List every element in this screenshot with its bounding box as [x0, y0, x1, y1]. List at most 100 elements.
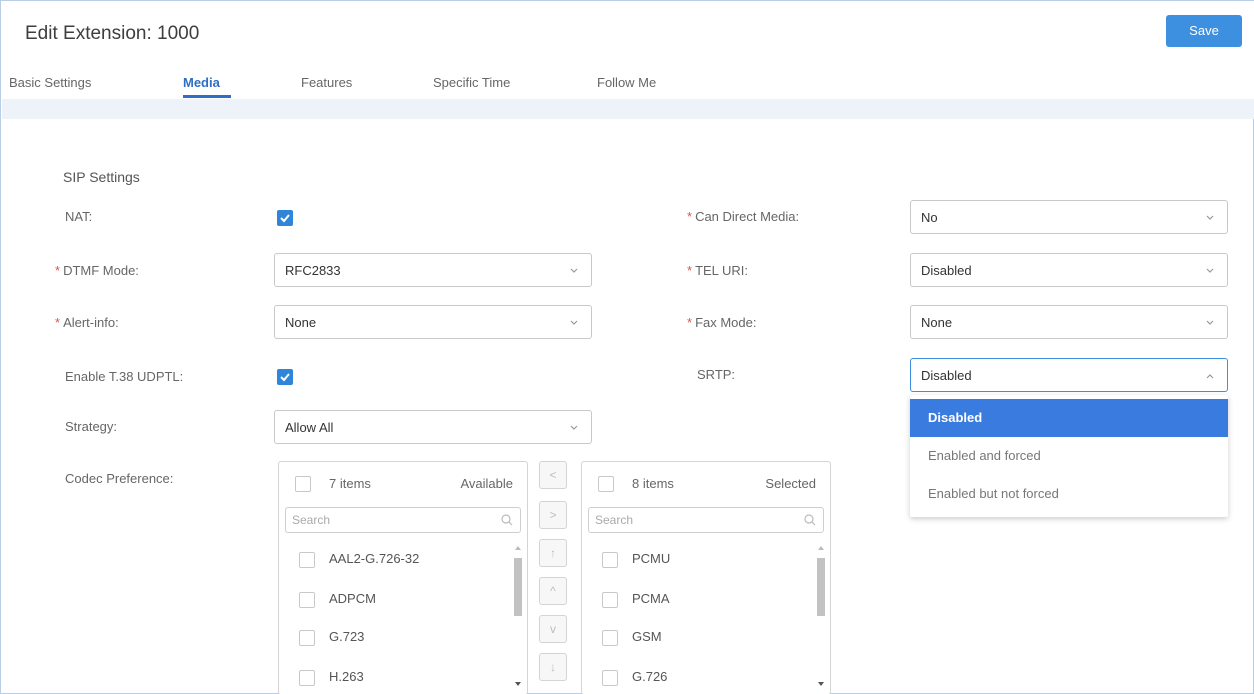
- list-item[interactable]: GSM: [582, 618, 812, 658]
- item-checkbox[interactable]: [602, 552, 618, 568]
- fax-mode-label: * Fax Mode:: [687, 315, 756, 330]
- nat-checkbox[interactable]: [277, 210, 293, 226]
- edit-extension-window: Edit Extension: 1000 Save Basic Settings…: [0, 0, 1254, 694]
- available-list-header: 7 items Available: [279, 462, 527, 504]
- save-button[interactable]: Save: [1166, 15, 1242, 47]
- move-up-button[interactable]: ^: [539, 577, 567, 605]
- nat-label: NAT:: [65, 209, 93, 224]
- scroll-up-icon: [515, 546, 521, 550]
- scrollbar-thumb[interactable]: [514, 558, 522, 616]
- tab-media[interactable]: Media: [183, 75, 220, 90]
- required-mark: *: [55, 263, 61, 278]
- required-mark: *: [687, 263, 693, 278]
- list-item[interactable]: G.723: [279, 618, 509, 658]
- srtp-option-enabled-forced[interactable]: Enabled and forced: [910, 437, 1228, 475]
- available-select-all-checkbox[interactable]: [295, 476, 311, 492]
- selected-select-all-checkbox[interactable]: [598, 476, 614, 492]
- tab-divider: [2, 99, 1254, 119]
- move-bottom-button[interactable]: ↓: [539, 653, 567, 681]
- tab-features[interactable]: Features: [301, 75, 352, 90]
- tel-uri-value: Disabled: [921, 263, 972, 278]
- available-search-input[interactable]: [292, 512, 492, 528]
- tel-uri-select[interactable]: Disabled: [910, 253, 1228, 287]
- list-item[interactable]: PCMA: [582, 580, 812, 620]
- tab-specific-time[interactable]: Specific Time: [433, 75, 510, 90]
- move-right-button[interactable]: >: [539, 501, 567, 529]
- available-search: [285, 507, 521, 533]
- available-scrollbar[interactable]: [511, 540, 525, 694]
- alert-info-value: None: [285, 315, 317, 330]
- checkmark-icon: [280, 214, 290, 223]
- t38-checkbox[interactable]: [277, 369, 293, 385]
- codec-available-list: 7 items Available AAL2-G.726-32 ADPCM G.…: [278, 461, 528, 694]
- dtmf-mode-label: * DTMF Mode:: [55, 263, 139, 278]
- scrollbar-thumb[interactable]: [817, 558, 825, 616]
- codec-name: G.723: [329, 629, 365, 644]
- item-checkbox[interactable]: [299, 552, 315, 568]
- item-checkbox[interactable]: [602, 592, 618, 608]
- list-item[interactable]: AAL2-G.726-32: [279, 540, 509, 580]
- chevron-down-icon: [1206, 268, 1214, 273]
- tel-uri-label-text: TEL URI:: [695, 263, 749, 278]
- item-checkbox[interactable]: [299, 592, 315, 608]
- selected-count: 8 items: [632, 476, 674, 491]
- srtp-option-enabled-not-forced[interactable]: Enabled but not forced: [910, 475, 1228, 513]
- srtp-label: SRTP:: [697, 367, 736, 382]
- strategy-select[interactable]: Allow All: [274, 410, 592, 444]
- search-icon: [501, 514, 513, 526]
- required-mark: *: [687, 315, 693, 330]
- checkmark-icon: [280, 373, 290, 382]
- tel-uri-label: * TEL URI:: [687, 263, 748, 278]
- srtp-option-disabled[interactable]: Disabled: [910, 399, 1228, 437]
- chevron-down-icon: [1206, 215, 1214, 220]
- list-item[interactable]: H.263: [279, 658, 509, 694]
- section-title: SIP Settings: [63, 169, 140, 185]
- codec-preference-label: Codec Preference:: [65, 471, 174, 486]
- srtp-value: Disabled: [921, 368, 972, 383]
- selected-list-header: 8 items Selected: [582, 462, 830, 504]
- list-item[interactable]: ADPCM: [279, 580, 509, 620]
- codec-name: PCMA: [632, 591, 670, 606]
- tab-basic-settings[interactable]: Basic Settings: [9, 75, 91, 90]
- srtp-dropdown-menu: Disabled Enabled and forced Enabled but …: [910, 395, 1228, 517]
- required-mark: *: [687, 209, 693, 224]
- available-count: 7 items: [329, 476, 371, 491]
- can-direct-media-select[interactable]: No: [910, 200, 1228, 234]
- list-item[interactable]: G.726: [582, 658, 812, 694]
- item-checkbox[interactable]: [299, 670, 315, 686]
- page-title: Edit Extension: 1000: [25, 23, 200, 44]
- strategy-value: Allow All: [285, 420, 334, 435]
- chevron-up-icon: [1206, 374, 1214, 379]
- codec-name: GSM: [632, 629, 662, 644]
- chevron-down-icon: [570, 268, 578, 273]
- tab-follow-me[interactable]: Follow Me: [597, 75, 656, 90]
- move-down-button[interactable]: v: [539, 615, 567, 643]
- move-left-button[interactable]: <: [539, 461, 567, 489]
- dtmf-mode-select[interactable]: RFC2833: [274, 253, 592, 287]
- codec-name: G.726: [632, 669, 668, 684]
- active-tab-indicator: [183, 95, 231, 98]
- item-checkbox[interactable]: [602, 630, 618, 646]
- srtp-select[interactable]: Disabled: [910, 358, 1228, 392]
- item-checkbox[interactable]: [602, 670, 618, 686]
- fax-mode-select[interactable]: None: [910, 305, 1228, 339]
- chevron-down-icon: [570, 425, 578, 430]
- codec-name: PCMU: [632, 551, 671, 566]
- selected-search-input[interactable]: [595, 512, 795, 528]
- codec-name: H.263: [329, 669, 364, 684]
- item-checkbox[interactable]: [299, 630, 315, 646]
- scroll-down-icon: [515, 682, 521, 686]
- selected-scrollbar[interactable]: [814, 540, 828, 694]
- dtmf-mode-value: RFC2833: [285, 263, 341, 278]
- codec-name: AAL2-G.726-32: [329, 551, 420, 566]
- alert-info-label-text: Alert-info:: [63, 315, 119, 330]
- chevron-down-icon: [1206, 320, 1214, 325]
- alert-info-select[interactable]: None: [274, 305, 592, 339]
- required-mark: *: [55, 315, 61, 330]
- alert-info-label: * Alert-info:: [55, 315, 119, 330]
- list-item[interactable]: PCMU: [582, 540, 812, 580]
- scroll-down-icon: [818, 682, 824, 686]
- available-title: Available: [460, 476, 513, 491]
- search-icon: [804, 514, 816, 526]
- move-top-button[interactable]: ↑: [539, 539, 567, 567]
